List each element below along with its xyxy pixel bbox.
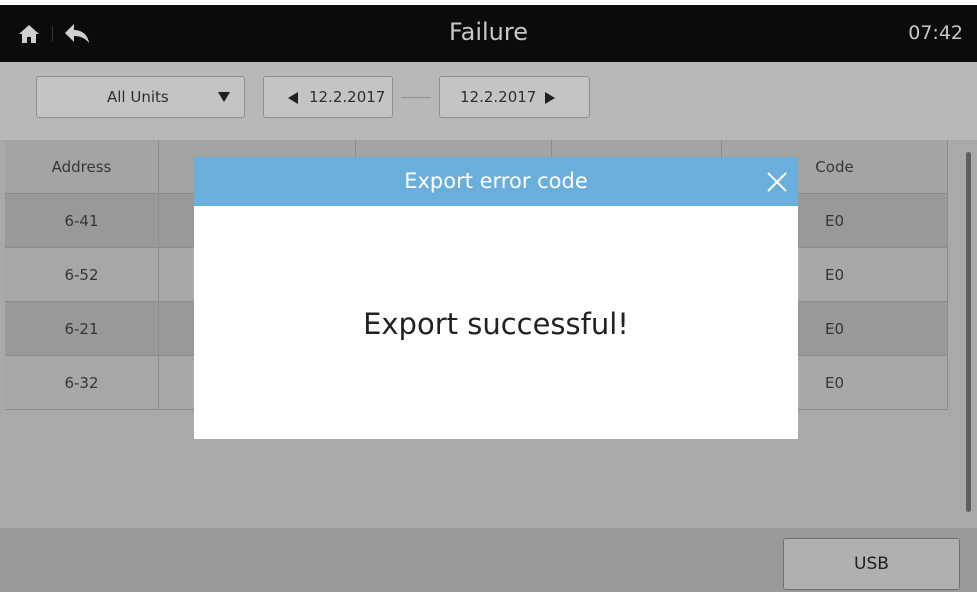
bottom-bar: USB bbox=[0, 528, 977, 592]
column-header-address: Address bbox=[5, 140, 159, 193]
page-title: Failure bbox=[449, 18, 528, 46]
top-bar: Failure 07:42 bbox=[0, 5, 977, 62]
close-icon[interactable] bbox=[766, 171, 788, 193]
table-scrollbar[interactable] bbox=[966, 152, 971, 512]
export-dialog: Export error code Export successful! bbox=[194, 157, 798, 439]
unit-select-label: All Units bbox=[107, 88, 169, 106]
filter-bar: All Units 12.2.2017 12.2.2017 bbox=[0, 62, 977, 140]
dialog-message: Export successful! bbox=[363, 307, 629, 341]
cell-address: 6-21 bbox=[5, 302, 159, 355]
date-range-separator bbox=[401, 97, 431, 98]
dialog-header: Export error code bbox=[194, 157, 798, 206]
unit-select[interactable]: All Units bbox=[36, 76, 245, 118]
next-date-icon bbox=[545, 92, 555, 104]
cell-address: 6-41 bbox=[5, 194, 159, 247]
previous-date-icon bbox=[288, 92, 298, 104]
clock: 07:42 bbox=[908, 22, 963, 44]
date-end-label: 12.2.2017 bbox=[460, 88, 537, 106]
date-start-label: 12.2.2017 bbox=[309, 88, 386, 106]
cell-address: 6-32 bbox=[5, 356, 159, 409]
usb-button[interactable]: USB bbox=[783, 538, 960, 590]
date-end-button[interactable]: 12.2.2017 bbox=[439, 76, 590, 118]
dialog-title: Export error code bbox=[404, 169, 588, 193]
cell-address: 6-52 bbox=[5, 248, 159, 301]
failure-screen: Failure 07:42 All Units 12.2.2017 12.2.2… bbox=[0, 0, 977, 592]
date-start-button[interactable]: 12.2.2017 bbox=[263, 76, 393, 118]
chevron-down-icon bbox=[218, 92, 230, 102]
